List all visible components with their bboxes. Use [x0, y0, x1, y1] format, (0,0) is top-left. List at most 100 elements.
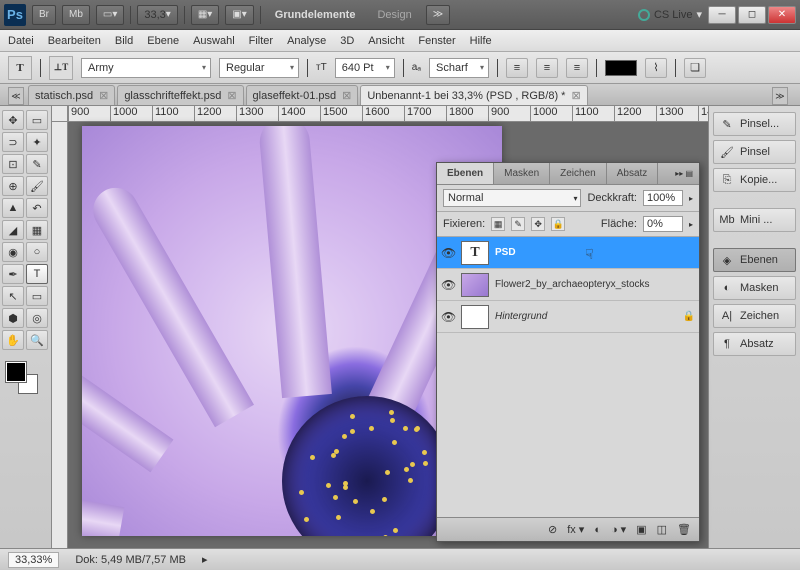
- vertical-ruler[interactable]: [52, 122, 68, 548]
- font-family-dropdown[interactable]: Army: [81, 58, 211, 78]
- font-size-dropdown[interactable]: 640 Pt: [335, 58, 395, 78]
- blend-mode-dropdown[interactable]: Normal: [443, 189, 581, 207]
- delete-layer-button[interactable]: 🗑: [677, 523, 691, 536]
- visibility-icon[interactable]: 👁: [441, 310, 455, 324]
- layer-row[interactable]: 👁Hintergrund🔒: [437, 301, 699, 333]
- antialias-dropdown[interactable]: Scharf: [429, 58, 489, 78]
- fill-field[interactable]: 0%: [643, 216, 683, 232]
- adjustment-layer-button[interactable]: ◑ ▾: [611, 523, 626, 536]
- menu-hilfe[interactable]: Hilfe: [470, 35, 492, 47]
- view-extras-button[interactable]: ▭▾: [96, 5, 124, 25]
- close-tab-icon[interactable]: ⊠: [99, 89, 108, 102]
- layer-name[interactable]: Hintergrund: [495, 311, 677, 322]
- panel-tab-absatz[interactable]: Absatz: [607, 163, 659, 184]
- document-tab[interactable]: statisch.psd⊠: [28, 85, 115, 105]
- workspace-more-button[interactable]: ≫: [426, 5, 450, 25]
- lasso-tool[interactable]: ⊃: [2, 132, 24, 152]
- layer-mask-button[interactable]: ◐: [594, 524, 601, 536]
- menu-auswahl[interactable]: Auswahl: [193, 35, 235, 47]
- fill-flyout[interactable]: ▸: [689, 220, 693, 229]
- dock-zeichen[interactable]: A|Zeichen: [713, 304, 796, 328]
- visibility-icon[interactable]: 👁: [441, 246, 455, 260]
- zoom-tool[interactable]: 🔍: [26, 330, 48, 350]
- history-brush-tool[interactable]: ↶: [26, 198, 48, 218]
- marquee-tool[interactable]: ▭: [26, 110, 48, 130]
- dock-absatz[interactable]: ¶Absatz: [713, 332, 796, 356]
- layer-row[interactable]: 👁Flower2_by_archaeopteryx_stocks: [437, 269, 699, 301]
- menu-3d[interactable]: 3D: [340, 35, 354, 47]
- dock-mini[interactable]: MbMini ...: [713, 208, 796, 232]
- move-tool[interactable]: ✥: [2, 110, 24, 130]
- menu-datei[interactable]: Datei: [8, 35, 34, 47]
- cslive-button[interactable]: CS Live ▾: [638, 8, 702, 21]
- arrange-button[interactable]: ▦▾: [191, 5, 219, 25]
- tab-scroll-left[interactable]: ≪: [8, 87, 24, 105]
- type-tool[interactable]: T: [26, 264, 48, 284]
- blur-tool[interactable]: ◉: [2, 242, 24, 262]
- path-tool[interactable]: ↖: [2, 286, 24, 306]
- character-panel-button[interactable]: ❏: [684, 58, 706, 78]
- opacity-flyout[interactable]: ▸: [689, 194, 693, 203]
- layer-group-button[interactable]: ▣: [636, 523, 646, 536]
- tab-scroll-right[interactable]: ≫: [772, 87, 788, 105]
- dodge-tool[interactable]: ○: [26, 242, 48, 262]
- foreground-color[interactable]: [6, 362, 26, 382]
- opacity-field[interactable]: 100%: [643, 190, 683, 206]
- dock-masken[interactable]: ◐Masken: [713, 276, 796, 300]
- close-tab-icon[interactable]: ⊠: [342, 89, 351, 102]
- align-center-button[interactable]: ≡: [536, 58, 558, 78]
- dock-kopie[interactable]: ⎘Kopie...: [713, 168, 796, 192]
- warp-text-button[interactable]: ⌇: [645, 58, 667, 78]
- minibridge-button[interactable]: Mb: [62, 5, 90, 25]
- hand-tool[interactable]: ✋: [2, 330, 24, 350]
- ruler-origin[interactable]: [52, 106, 68, 122]
- align-left-button[interactable]: ≡: [506, 58, 528, 78]
- layer-name[interactable]: PSD: [495, 247, 695, 258]
- screenmode-button[interactable]: ▣▾: [225, 5, 253, 25]
- doc-info-flyout[interactable]: ▸: [202, 553, 208, 566]
- stamp-tool[interactable]: ▲: [2, 198, 24, 218]
- layer-list[interactable]: 👁TPSD👁Flower2_by_archaeopteryx_stocks👁Hi…: [437, 237, 699, 517]
- menu-analyse[interactable]: Analyse: [287, 35, 326, 47]
- eraser-tool[interactable]: ◢: [2, 220, 24, 240]
- workspace-active[interactable]: Grundelemente: [267, 9, 364, 21]
- tool-preset-icon[interactable]: T: [8, 56, 32, 80]
- dock-ebenen[interactable]: ◈Ebenen: [713, 248, 796, 272]
- 3d-tool[interactable]: ⬢: [2, 308, 24, 328]
- workspace-design[interactable]: Design: [369, 9, 419, 21]
- menu-ebene[interactable]: Ebene: [147, 35, 179, 47]
- layer-style-button[interactable]: fx ▾: [567, 523, 584, 536]
- menu-filter[interactable]: Filter: [249, 35, 273, 47]
- document-tab[interactable]: glaseffekt-01.psd⊠: [246, 85, 359, 105]
- maximize-button[interactable]: ◻: [738, 6, 766, 24]
- close-tab-icon[interactable]: ⊠: [227, 89, 236, 102]
- panel-tab-ebenen[interactable]: Ebenen: [437, 163, 494, 184]
- panel-tab-masken[interactable]: Masken: [494, 163, 550, 184]
- lock-pixels-button[interactable]: ✎: [511, 217, 525, 231]
- close-button[interactable]: ✕: [768, 6, 796, 24]
- document-tab[interactable]: Unbenannt-1 bei 33,3% (PSD , RGB/8) *⊠: [360, 85, 587, 105]
- menu-ansicht[interactable]: Ansicht: [368, 35, 404, 47]
- gradient-tool[interactable]: ▦: [26, 220, 48, 240]
- zoom-field[interactable]: 33,33%: [8, 552, 59, 568]
- heal-tool[interactable]: ⊕: [2, 176, 24, 196]
- lock-transparency-button[interactable]: ▦: [491, 217, 505, 231]
- menu-fenster[interactable]: Fenster: [418, 35, 455, 47]
- menu-bild[interactable]: Bild: [115, 35, 133, 47]
- horizontal-ruler[interactable]: 9001000110012001300140015001600170018009…: [68, 106, 708, 122]
- crop-tool[interactable]: ⊡: [2, 154, 24, 174]
- color-swatches[interactable]: [2, 360, 49, 396]
- dock-pinsel[interactable]: ✎Pinsel...: [713, 112, 796, 136]
- zoom-dropdown[interactable]: 33,3 ▾: [137, 5, 177, 25]
- link-layers-button[interactable]: ⊘: [548, 523, 557, 536]
- 3d-camera-tool[interactable]: ◎: [26, 308, 48, 328]
- lock-position-button[interactable]: ✥: [531, 217, 545, 231]
- panel-tab-zeichen[interactable]: Zeichen: [550, 163, 607, 184]
- lock-all-button[interactable]: 🔒: [551, 217, 565, 231]
- text-color-swatch[interactable]: [605, 60, 637, 76]
- new-layer-button[interactable]: ◫: [657, 523, 667, 536]
- brush-tool[interactable]: 🖌: [26, 176, 48, 196]
- document-tab[interactable]: glasschrifteffekt.psd⊠: [117, 85, 243, 105]
- minimize-button[interactable]: ─: [708, 6, 736, 24]
- font-style-dropdown[interactable]: Regular: [219, 58, 299, 78]
